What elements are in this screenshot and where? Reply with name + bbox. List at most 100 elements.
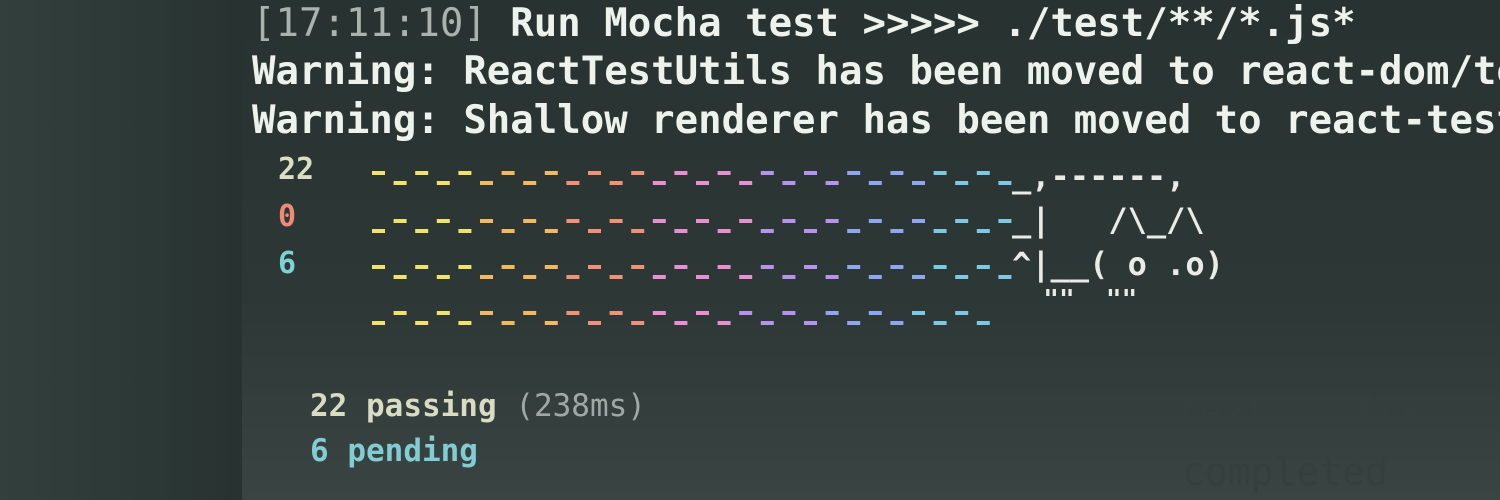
timestamp: [17:11:10] <box>252 1 487 46</box>
rainbow-dash <box>566 275 580 279</box>
rainbow-dash <box>544 229 558 233</box>
rainbow-dash <box>782 275 796 279</box>
rainbow-dash <box>868 275 882 279</box>
rainbow-dash <box>912 311 925 315</box>
run-command: Run Mocha test >>>>> ./test/**/*.js* <box>510 1 1356 46</box>
pending-count: 6 <box>278 246 297 281</box>
passing-count: 22 <box>278 152 315 187</box>
rainbow-dash <box>760 321 774 325</box>
rainbow-dash <box>652 311 666 315</box>
rainbow-dash <box>393 181 407 185</box>
rainbow-dash <box>631 171 645 175</box>
rainbow-dash <box>804 171 817 175</box>
rainbow-dash <box>372 229 385 233</box>
rainbow-dash <box>998 219 1012 223</box>
rainbow-dash <box>393 311 407 315</box>
rainbow-dash <box>717 229 731 233</box>
rainbow-dash <box>415 171 429 175</box>
rainbow-dash <box>955 311 969 315</box>
rainbow-dash <box>825 181 839 185</box>
rainbow-dash <box>717 321 731 325</box>
nyan-cat-line: "" "" <box>1012 285 1138 315</box>
rainbow-dash <box>976 171 990 175</box>
rainbow-dash <box>739 181 753 185</box>
rainbow-dash <box>523 219 537 223</box>
rainbow-dash <box>825 219 839 223</box>
rainbow-dash <box>523 275 537 279</box>
rainbow-dash <box>912 181 925 185</box>
rainbow-dash <box>674 265 688 269</box>
rainbow-dash <box>652 181 666 185</box>
rainbow-dash <box>393 275 407 279</box>
rainbow-dash <box>825 275 839 279</box>
rainbow-dash <box>652 275 666 279</box>
rainbow-dash <box>890 321 904 325</box>
rainbow-dash <box>372 171 385 175</box>
rainbow-dash <box>782 219 796 223</box>
rainbow-dash <box>890 171 904 175</box>
rainbow-dash <box>393 219 407 223</box>
rainbow-dash <box>480 275 493 279</box>
rainbow-dash <box>890 229 904 233</box>
rainbow-dash <box>674 321 688 325</box>
terminal-window: text fix completed [17:11:10] Run Mocha … <box>242 0 1500 500</box>
rainbow-dash <box>933 265 947 269</box>
rainbow-dash <box>609 275 623 279</box>
rainbow-dash <box>652 219 666 223</box>
nyan-cat-line: _| /\_/\ <box>1012 201 1205 239</box>
rainbow-dash <box>739 219 753 223</box>
rainbow-dash <box>804 265 817 269</box>
rainbow-dash <box>696 219 709 223</box>
background-text-3: completed <box>1182 450 1388 494</box>
rainbow-dash <box>717 265 731 269</box>
monitor-bezel <box>0 0 242 500</box>
rainbow-dash <box>976 229 990 233</box>
rainbow-dash <box>480 181 493 185</box>
rainbow-dash <box>631 321 645 325</box>
rainbow-dash <box>912 275 925 279</box>
rainbow-dash <box>912 219 925 223</box>
rainbow-dash <box>415 265 429 269</box>
rainbow-dash <box>588 265 601 269</box>
duration: (238ms) <box>515 388 646 424</box>
rainbow-dash <box>609 181 623 185</box>
run-header: [17:11:10] Run Mocha test >>>>> ./test/*… <box>252 0 1356 48</box>
background-text-1: text <box>1177 390 1269 434</box>
rainbow-dash <box>933 171 947 175</box>
rainbow-dash <box>782 311 796 315</box>
rainbow-dash <box>976 265 990 269</box>
rainbow-dash <box>847 265 861 269</box>
rainbow-dash <box>674 171 688 175</box>
rainbow-dash <box>501 321 515 325</box>
rainbow-dash <box>523 311 537 315</box>
rainbow-dash <box>933 321 947 325</box>
rainbow-dash <box>696 181 709 185</box>
rainbow-dash <box>868 311 882 315</box>
rainbow-dash <box>372 265 385 269</box>
rainbow-dash <box>588 171 601 175</box>
rainbow-dash <box>566 181 580 185</box>
rainbow-dash <box>566 219 580 223</box>
rainbow-dash <box>609 311 623 315</box>
failing-count: 0 <box>278 199 297 234</box>
rainbow-dash <box>674 229 688 233</box>
passing-text: 22 passing <box>310 388 497 424</box>
rainbow-dash <box>458 265 472 269</box>
warning-line: Warning: Shallow renderer has been moved… <box>252 98 1500 143</box>
rainbow-dash <box>868 219 882 223</box>
rainbow-dash <box>631 229 645 233</box>
rainbow-dash <box>609 219 623 223</box>
rainbow-dash <box>480 219 493 223</box>
rainbow-dash <box>501 265 515 269</box>
rainbow-dash <box>458 229 472 233</box>
rainbow-dash <box>458 171 472 175</box>
background-text-2: fix <box>1352 390 1421 434</box>
rainbow-dash <box>566 311 580 315</box>
rainbow-dash <box>458 321 472 325</box>
rainbow-dash <box>868 181 882 185</box>
rainbow-dash <box>436 219 450 223</box>
nyan-cat-line: _,------, <box>1012 157 1186 195</box>
rainbow-dash <box>739 275 753 279</box>
rainbow-dash <box>523 181 537 185</box>
rainbow-dash <box>760 229 774 233</box>
